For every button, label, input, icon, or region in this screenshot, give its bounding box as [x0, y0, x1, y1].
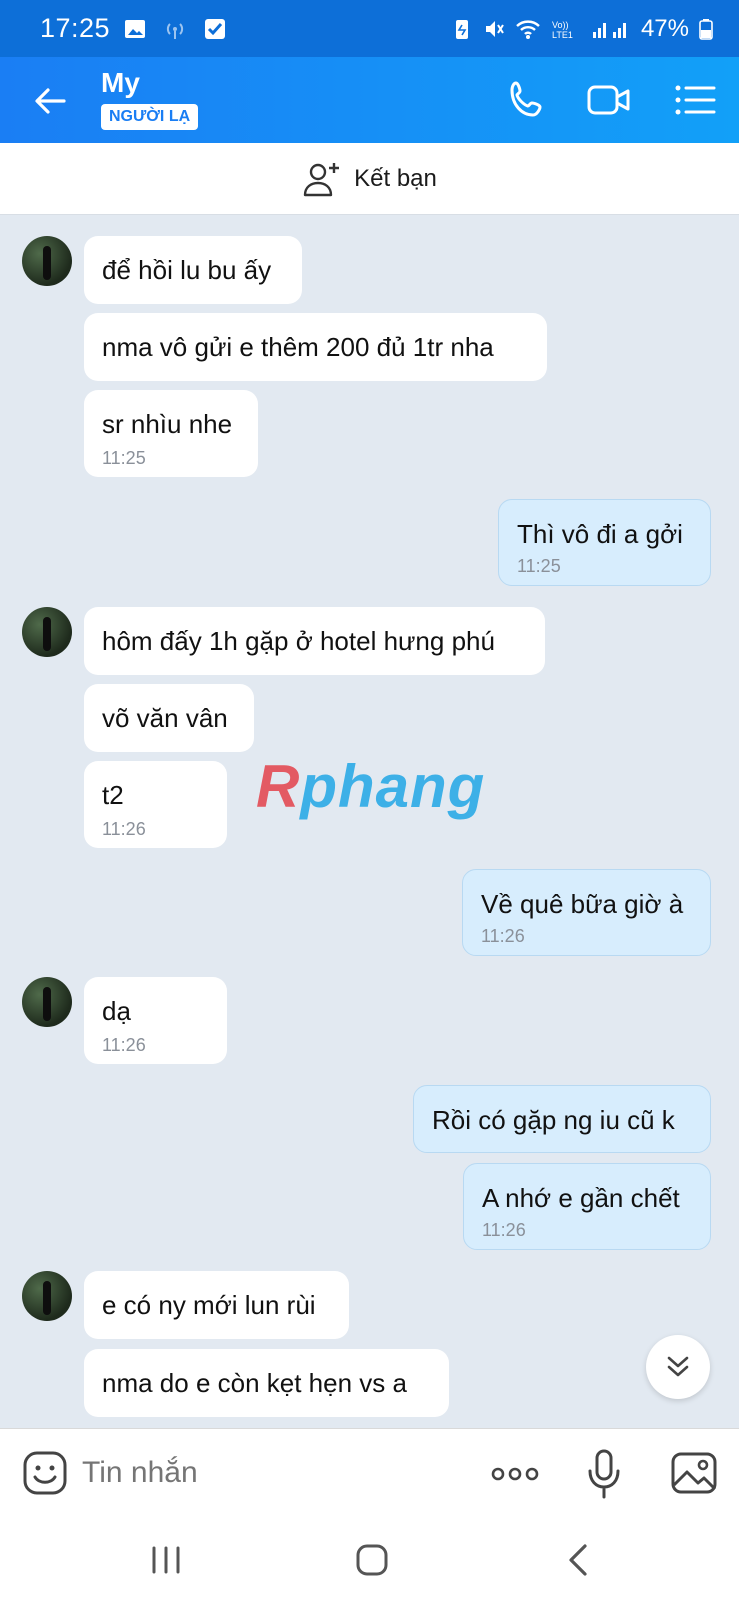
add-friend-bar[interactable]: Kết bạn [0, 143, 739, 215]
system-nav-bar [0, 1516, 739, 1600]
message-text: nma do e còn kẹt hẹn vs a [102, 1368, 407, 1398]
message-bubble[interactable]: dạ 11:26 [84, 977, 227, 1064]
battery-percent: 47% [640, 14, 689, 42]
signal-icon [592, 22, 626, 38]
message-bubble[interactable]: để hồi lu bu ấy [84, 236, 302, 304]
back-nav-icon[interactable] [559, 1540, 599, 1580]
message-bubble[interactable]: hôm đấy 1h gặp ở hotel hưng phú [84, 607, 545, 675]
message-bubble[interactable]: A nhớ e gần chết 11:26 [463, 1163, 711, 1250]
message-time: 11:26 [102, 819, 146, 839]
message-composer [0, 1428, 739, 1516]
mute-icon [485, 20, 504, 37]
message-text: e có ny mới lun rùi [102, 1290, 316, 1320]
message-text: hôm đấy 1h gặp ở hotel hưng phú [102, 626, 495, 656]
message-text: t2 [102, 780, 124, 810]
add-friend-label: Kết bạn [354, 164, 437, 192]
svg-text:LTE1: LTE1 [552, 30, 573, 40]
contact-name[interactable]: My [101, 67, 140, 99]
message-bubble[interactable]: sr nhìu nhe 11:25 [84, 390, 258, 477]
message-time: 11:26 [482, 1220, 526, 1240]
message-bubble[interactable]: t2 11:26 [84, 761, 227, 848]
avatar[interactable] [22, 236, 72, 286]
status-time: 17:25 [40, 13, 111, 43]
hotspot-icon [166, 22, 184, 39]
message-bubble[interactable]: nma do e còn kẹt hẹn vs a [84, 1349, 449, 1417]
message-time: 11:25 [517, 556, 561, 576]
watermark-logo: Rphang [256, 753, 486, 820]
message-text: dạ [102, 996, 131, 1026]
gallery-icon[interactable] [670, 1451, 718, 1495]
video-call-icon[interactable] [586, 77, 632, 123]
message-time: 11:26 [481, 926, 525, 946]
chat-header: My NGƯỜI LẠ [0, 57, 739, 143]
avatar[interactable] [22, 1271, 72, 1321]
double-chevron-down-icon [667, 1356, 689, 1377]
battery-icon [699, 18, 713, 40]
home-icon[interactable] [352, 1540, 392, 1580]
battery-saver-icon [455, 19, 468, 39]
menu-icon[interactable] [672, 77, 718, 123]
message-text: Rồi có gặp ng iu cũ k [432, 1105, 675, 1135]
phone-icon[interactable] [504, 77, 550, 123]
message-time: 11:25 [102, 448, 146, 468]
status-bar: 17:25 Vo)) LTE1 47% [0, 0, 739, 57]
volte-icon: Vo))LTE1 [552, 20, 573, 40]
message-input[interactable] [82, 1453, 462, 1493]
message-text: nma vô gửi e thêm 200 đủ 1tr nha [102, 332, 494, 362]
message-text: võ văn vân [102, 703, 228, 733]
image-icon [125, 19, 146, 38]
check-icon [205, 18, 226, 39]
message-text: A nhớ e gần chết [482, 1183, 680, 1213]
stranger-badge: NGƯỜI LẠ [101, 104, 199, 130]
more-options-icon[interactable] [490, 1459, 540, 1489]
message-text: Thì vô đi a gởi [517, 519, 683, 549]
message-bubble[interactable]: Rồi có gặp ng iu cũ k [413, 1085, 711, 1153]
message-bubble[interactable]: nma vô gửi e thêm 200 đủ 1tr nha [84, 313, 547, 381]
emoji-icon[interactable] [22, 1450, 68, 1496]
message-text: để hồi lu bu ấy [102, 255, 272, 285]
add-friend-icon [303, 162, 340, 196]
wifi-icon [516, 19, 540, 39]
scroll-to-bottom-button[interactable] [646, 1335, 710, 1399]
avatar[interactable] [22, 607, 72, 657]
message-text: Về quê bữa giờ à [481, 889, 684, 919]
avatar[interactable] [22, 977, 72, 1027]
recent-apps-icon[interactable] [146, 1540, 186, 1580]
message-bubble[interactable]: Về quê bữa giờ à 11:26 [462, 869, 711, 956]
message-bubble[interactable]: võ văn vân [84, 684, 254, 752]
message-time: 11:26 [102, 1035, 146, 1055]
microphone-icon[interactable] [587, 1449, 621, 1499]
svg-text:Vo)): Vo)) [552, 20, 569, 30]
message-bubble[interactable]: Thì vô đi a gởi 11:25 [498, 499, 711, 586]
message-text: sr nhìu nhe [102, 409, 233, 439]
message-bubble[interactable]: e có ny mới lun rùi [84, 1271, 349, 1339]
back-icon[interactable] [28, 79, 72, 123]
